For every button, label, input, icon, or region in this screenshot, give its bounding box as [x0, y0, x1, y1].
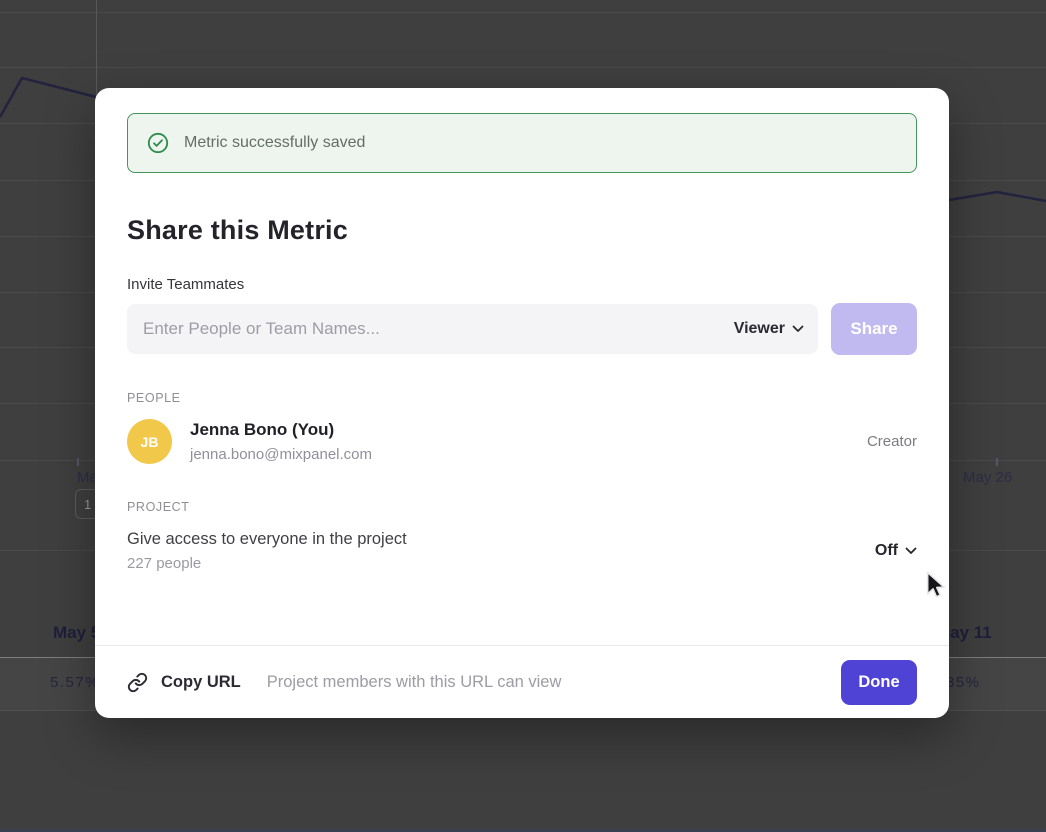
person-name: Jenna Bono (You) — [190, 420, 372, 440]
modal-title: Share this Metric — [127, 215, 917, 246]
person-role: Creator — [867, 433, 917, 450]
project-access-title: Give access to everyone in the project — [127, 530, 407, 549]
table-date-left: May 5 — [53, 623, 100, 643]
role-dropdown[interactable]: Viewer — [734, 304, 804, 354]
mouse-cursor — [920, 570, 950, 607]
axis-tick — [996, 458, 998, 466]
done-button[interactable]: Done — [841, 660, 917, 705]
link-icon — [127, 672, 148, 693]
project-section-header: PROJECT — [127, 500, 917, 514]
project-access-value: Off — [875, 542, 898, 560]
success-toast: Metric successfully saved — [127, 113, 917, 173]
chart-tooltip-value: 1 — [84, 497, 91, 512]
invite-input[interactable] — [127, 304, 818, 354]
table-value-right: 35% — [946, 674, 981, 691]
copy-url-button[interactable]: Copy URL — [127, 672, 241, 693]
success-check-icon — [146, 131, 170, 155]
chevron-down-icon — [905, 547, 917, 555]
project-access-text: Give access to everyone in the project 2… — [127, 530, 407, 572]
modal-footer: Copy URL Project members with this URL c… — [95, 645, 949, 718]
avatar: JB — [127, 419, 172, 464]
share-button[interactable]: Share — [831, 303, 917, 355]
x-axis-label-right: May 26 — [963, 469, 1012, 486]
axis-tick — [77, 458, 79, 466]
toast-message: Metric successfully saved — [184, 134, 365, 152]
project-access-row: Give access to everyone in the project 2… — [127, 530, 917, 572]
invite-row: Viewer Share — [127, 303, 917, 355]
copy-url-hint: Project members with this URL can view — [267, 673, 562, 692]
share-metric-modal: Metric successfully saved Share this Met… — [95, 88, 949, 718]
people-section-header: PEOPLE — [127, 391, 917, 405]
invite-input-wrap: Viewer — [127, 304, 818, 354]
chevron-down-icon — [792, 325, 804, 333]
project-access-count: 227 people — [127, 555, 407, 572]
table-value-left: 5.57% — [50, 674, 100, 691]
person-row: JB Jenna Bono (You) jenna.bono@mixpanel.… — [127, 419, 917, 464]
project-access-dropdown[interactable]: Off — [875, 542, 917, 560]
invite-teammates-label: Invite Teammates — [127, 276, 917, 293]
role-dropdown-value: Viewer — [734, 320, 785, 338]
person-meta: Jenna Bono (You) jenna.bono@mixpanel.com — [190, 420, 372, 463]
copy-url-label: Copy URL — [161, 673, 241, 692]
person-email: jenna.bono@mixpanel.com — [190, 446, 372, 463]
